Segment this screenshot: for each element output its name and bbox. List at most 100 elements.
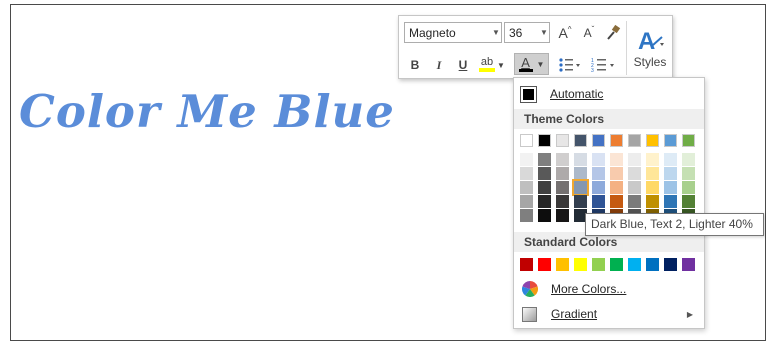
color-wheel-icon xyxy=(521,281,538,298)
theme-color-swatch[interactable] xyxy=(538,209,551,222)
theme-color-swatch[interactable] xyxy=(538,181,551,194)
theme-color-swatch[interactable] xyxy=(520,181,533,194)
theme-color-swatch[interactable] xyxy=(646,134,659,147)
theme-colors-header: Theme Colors xyxy=(514,109,704,129)
document-text[interactable]: Color Me Blue xyxy=(19,85,395,139)
bold-button[interactable]: B xyxy=(406,55,424,75)
theme-color-swatch[interactable] xyxy=(556,134,569,147)
standard-color-swatch[interactable] xyxy=(682,258,695,271)
swatch-tooltip: Dark Blue, Text 2, Lighter 40% xyxy=(585,213,764,236)
chevron-down-icon[interactable]: ▼ xyxy=(491,28,501,37)
theme-color-swatch[interactable] xyxy=(556,153,569,166)
standard-color-swatch[interactable] xyxy=(538,258,551,271)
theme-color-swatch[interactable] xyxy=(574,167,587,180)
theme-color-swatch[interactable] xyxy=(628,195,641,208)
font-color-bar xyxy=(518,69,533,72)
more-colors-item[interactable]: More Colors... xyxy=(514,277,704,301)
font-name-combo[interactable]: Magneto ▼ xyxy=(404,22,502,43)
theme-color-swatch[interactable] xyxy=(592,153,605,166)
bullet-list-icon xyxy=(559,58,580,72)
theme-color-swatch[interactable] xyxy=(628,167,641,180)
theme-color-swatch[interactable] xyxy=(610,153,623,166)
font-color-menu: Automatic Theme Colors Standard Colors M… xyxy=(513,77,705,329)
standard-color-swatch[interactable] xyxy=(628,258,641,271)
theme-color-swatch[interactable] xyxy=(592,167,605,180)
automatic-color-item[interactable]: Automatic xyxy=(514,82,704,106)
theme-color-swatch[interactable] xyxy=(572,179,589,196)
font-size-combo[interactable]: 36 ▼ xyxy=(504,22,550,43)
theme-color-swatch[interactable] xyxy=(520,153,533,166)
highlight-dropdown[interactable]: ▼ xyxy=(497,57,505,73)
chevron-right-icon: ▶ xyxy=(686,309,693,319)
theme-color-swatch[interactable] xyxy=(574,153,587,166)
theme-color-swatch[interactable] xyxy=(538,153,551,166)
theme-color-swatch[interactable] xyxy=(520,195,533,208)
theme-color-swatch[interactable] xyxy=(628,181,641,194)
theme-color-swatch[interactable] xyxy=(574,134,587,147)
theme-color-swatch[interactable] xyxy=(682,181,695,194)
standard-color-swatch[interactable] xyxy=(646,258,659,271)
theme-color-swatch[interactable] xyxy=(664,134,677,147)
standard-color-swatch[interactable] xyxy=(664,258,677,271)
theme-color-swatch[interactable] xyxy=(682,153,695,166)
theme-color-swatch[interactable] xyxy=(664,195,677,208)
format-painter-icon xyxy=(607,24,621,40)
theme-color-swatch[interactable] xyxy=(610,181,623,194)
standard-color-swatch[interactable] xyxy=(592,258,605,271)
theme-color-swatch[interactable] xyxy=(628,134,641,147)
theme-color-swatch[interactable] xyxy=(556,195,569,208)
font-color-button[interactable]: A ▼ xyxy=(514,53,549,75)
theme-color-swatch[interactable] xyxy=(646,153,659,166)
highlight-button[interactable]: ab xyxy=(477,53,497,75)
theme-color-swatch[interactable] xyxy=(556,167,569,180)
chevron-down-icon[interactable]: ▼ xyxy=(537,60,545,69)
font-size-value: 36 xyxy=(509,25,523,40)
theme-color-swatch[interactable] xyxy=(682,195,695,208)
grow-font-button[interactable]: A ^ xyxy=(554,23,576,43)
shrink-font-button[interactable]: Aˇ xyxy=(579,23,599,43)
gradient-item[interactable]: Gradient ▶ xyxy=(514,302,704,326)
italic-button[interactable]: I xyxy=(430,55,448,75)
styles-button[interactable]: A Styles xyxy=(630,20,670,76)
theme-color-swatch[interactable] xyxy=(592,181,605,194)
font-color-icon: A xyxy=(521,55,530,70)
gradient-icon xyxy=(521,306,538,323)
standard-color-swatch[interactable] xyxy=(556,258,569,271)
theme-color-swatch[interactable] xyxy=(556,209,569,222)
theme-color-swatch[interactable] xyxy=(628,153,641,166)
format-painter-button[interactable] xyxy=(602,23,624,43)
theme-color-swatch[interactable] xyxy=(538,167,551,180)
automatic-label: Automatic xyxy=(550,87,604,101)
theme-color-swatch[interactable] xyxy=(592,195,605,208)
standard-color-swatch[interactable] xyxy=(520,258,533,271)
numbering-button[interactable]: 1 2 3 xyxy=(589,55,617,75)
underline-button[interactable]: U xyxy=(454,55,472,75)
theme-color-swatch[interactable] xyxy=(610,134,623,147)
styles-icon: A xyxy=(638,28,664,55)
theme-color-swatch[interactable] xyxy=(664,181,677,194)
chevron-down-icon[interactable]: ▼ xyxy=(539,28,549,37)
theme-color-swatch[interactable] xyxy=(646,167,659,180)
theme-color-swatch[interactable] xyxy=(682,167,695,180)
theme-color-swatch[interactable] xyxy=(574,195,587,208)
theme-color-swatch[interactable] xyxy=(520,209,533,222)
theme-color-swatch[interactable] xyxy=(664,153,677,166)
theme-color-swatch[interactable] xyxy=(520,167,533,180)
theme-color-swatch[interactable] xyxy=(664,167,677,180)
theme-color-swatch[interactable] xyxy=(520,134,533,147)
standard-color-swatch[interactable] xyxy=(610,258,623,271)
svg-text:3: 3 xyxy=(591,68,594,73)
theme-color-swatch[interactable] xyxy=(538,134,551,147)
automatic-color-swatch xyxy=(520,85,537,103)
theme-color-swatch[interactable] xyxy=(592,134,605,147)
theme-color-swatch[interactable] xyxy=(556,181,569,194)
theme-color-swatch[interactable] xyxy=(646,195,659,208)
theme-color-swatch[interactable] xyxy=(646,181,659,194)
theme-color-swatch[interactable] xyxy=(610,167,623,180)
standard-colors-grid xyxy=(520,258,700,274)
theme-color-swatch[interactable] xyxy=(538,195,551,208)
standard-color-swatch[interactable] xyxy=(574,258,587,271)
bullets-button[interactable] xyxy=(556,55,582,75)
theme-color-swatch[interactable] xyxy=(610,195,623,208)
theme-color-swatch[interactable] xyxy=(682,134,695,147)
